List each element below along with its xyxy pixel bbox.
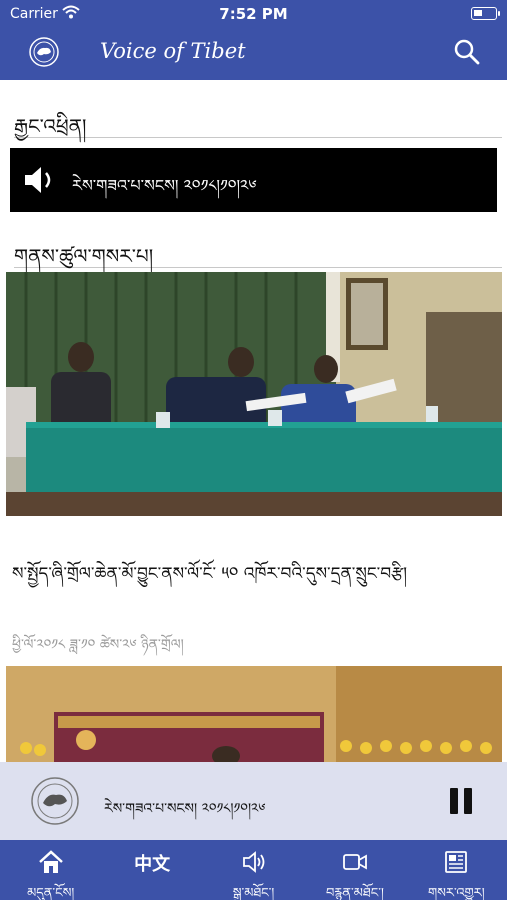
status-bar: Carrier 7:52 PM: [0, 0, 507, 28]
status-time: 7:52 PM: [219, 5, 288, 23]
tab-video-label: བརྙན་མཐོང་།: [325, 886, 384, 900]
live-audio-label: རེས་གཟའ་པ་སངས། ༢༠༡༨།༡༠།༢༦: [72, 176, 257, 195]
article-photo[interactable]: [6, 272, 502, 516]
speaker-icon: [242, 851, 264, 873]
live-section-heading: རྒྱང་འཕྲིན།: [14, 100, 502, 138]
speaker-icon[interactable]: [22, 162, 58, 198]
app-title: Voice of Tibet: [100, 39, 246, 63]
tab-audio[interactable]: སྒྲ་མཐོང་།: [203, 840, 304, 900]
voice-of-tibet-logo-icon[interactable]: [28, 36, 60, 68]
live-audio-bar[interactable]: རེས་གཟའ་པ་སངས། ༢༠༡༨།༡༠།༢༦: [10, 148, 497, 212]
tab-chinese[interactable]: 中文: [101, 840, 202, 900]
newspaper-icon: [445, 851, 468, 873]
news-section-heading: གནས་ཚུལ་གསར་པ།: [14, 230, 502, 268]
article-date: ཕྱི་ལོ་༢༠༡༨ ཟླ་༡༠ ཚེས་༢༦ ཉིན་གྲོལ།: [12, 637, 184, 653]
tab-news-label: གསར་འགྱུར།: [427, 886, 485, 900]
battery-icon: [471, 7, 500, 20]
article-title[interactable]: ས་སྤྱོད་ཞི་གྲོལ་ཆེན་མོ་བྱུང་ནས་ལོ་ངོ་ ༥༠…: [12, 560, 502, 588]
video-icon: [343, 854, 367, 870]
pause-icon[interactable]: [450, 788, 474, 814]
tab-video[interactable]: བརྙན་མཐོང་།: [304, 840, 405, 900]
home-icon: [38, 850, 63, 873]
player-logo-icon: [31, 777, 79, 825]
article-photo-image: [6, 272, 502, 516]
tab-home-label: མདུན་ངོས།: [27, 886, 75, 900]
search-icon[interactable]: [453, 38, 481, 66]
tab-bar: མདུན་ངོས། 中文 སྒྲ་མཐོང་། བརྙན་མཐོང་། གསར་…: [0, 840, 507, 900]
article-photo-2-image: [6, 666, 502, 762]
tab-chinese-label: 中文: [134, 854, 171, 875]
tab-audio-label: སྒྲ་མཐོང་།: [232, 886, 275, 900]
mini-player[interactable]: རེས་གཟའ་པ་སངས། ༢༠༡༨།༡༠།༢༦: [0, 762, 507, 840]
nav-bar: Voice of Tibet: [0, 28, 507, 80]
player-label: རེས་གཟའ་པ་སངས། ༢༠༡༨།༡༠།༢༦: [104, 801, 266, 817]
article-photo-2[interactable]: [6, 666, 502, 762]
tab-home[interactable]: མདུན་ངོས།: [0, 840, 101, 900]
tab-news[interactable]: གསར་འགྱུར།: [406, 840, 507, 900]
